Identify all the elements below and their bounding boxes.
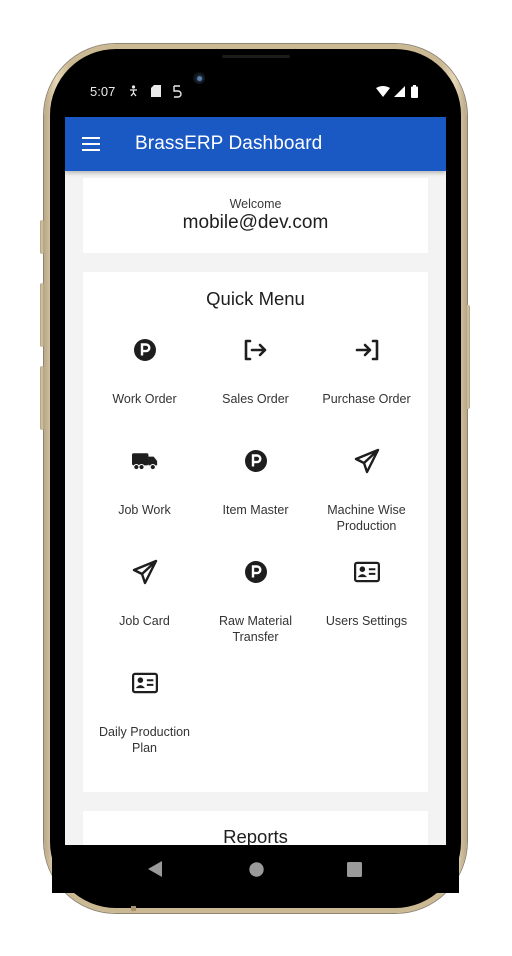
logout-arrow-icon (243, 337, 269, 363)
quick-menu-item-sales-order[interactable]: Sales Order (200, 329, 311, 434)
power-button (466, 305, 470, 409)
hamburger-menu-icon[interactable] (79, 132, 105, 156)
wifi-icon (376, 84, 390, 98)
dashboard-content[interactable]: Welcome mobile@dev.com Quick Menu Work O… (65, 171, 446, 845)
recents-icon[interactable] (344, 859, 364, 879)
quick-menu-label: Purchase Order (322, 392, 411, 406)
volume-down-button (40, 366, 44, 430)
reports-title: Reports (223, 826, 288, 845)
signal-icon (393, 84, 405, 98)
quick-menu-label: Work Order (112, 392, 177, 406)
accessibility-icon (128, 84, 138, 98)
quick-menu-item-daily-production-plan[interactable]: Daily Production Plan (89, 662, 200, 767)
login-arrow-icon (354, 337, 380, 363)
quick-menu-item-purchase-order[interactable]: Purchase Order (311, 329, 422, 434)
welcome-label: Welcome (229, 197, 282, 211)
quick-menu-label: Sales Order (222, 392, 289, 406)
home-icon[interactable] (246, 859, 266, 879)
quick-menu-label: Users Settings (325, 614, 408, 628)
quick-menu-label: Job Card (119, 614, 170, 628)
sync-icon (171, 84, 183, 98)
volume-up-button (40, 283, 44, 347)
quick-menu-label: Raw Material Transfer (219, 614, 292, 644)
app-title: BrassERP Dashboard (135, 133, 323, 154)
quick-menu-item-work-order[interactable]: Work Order (89, 329, 200, 434)
earpiece-speaker (222, 55, 290, 58)
parking-circle-icon (132, 337, 158, 363)
battery-icon (410, 84, 418, 98)
frame-antenna-line (131, 906, 136, 911)
quick-menu-item-users-settings[interactable]: Users Settings (311, 551, 422, 656)
status-time: 5:07 (90, 84, 116, 99)
quick-menu-item-job-card[interactable]: Job Card (89, 551, 200, 656)
quick-menu-item-raw-material-transfer[interactable]: Raw Material Transfer (200, 551, 311, 656)
reports-card: Reports (83, 811, 428, 845)
quick-menu-item-machine-wise-production[interactable]: Machine Wise Production (311, 440, 422, 545)
paper-plane-icon (354, 448, 380, 474)
user-email: mobile@dev.com (182, 212, 329, 233)
id-card-icon (354, 559, 380, 585)
paper-plane-icon (132, 559, 158, 585)
quick-menu-label: Item Master (222, 503, 289, 517)
quick-menu-label: Daily Production Plan (98, 725, 190, 755)
system-navigation-bar (52, 845, 459, 893)
quick-menu-card: Quick Menu Work Order Sales Order Purcha… (83, 272, 428, 792)
back-icon[interactable] (145, 859, 165, 879)
quick-menu-title: Quick Menu (206, 288, 305, 309)
parking-circle-icon (243, 559, 269, 585)
id-card-icon (132, 670, 158, 696)
parking-circle-icon (243, 448, 269, 474)
truck-icon (132, 448, 158, 474)
quick-menu-item-item-master[interactable]: Item Master (200, 440, 311, 545)
quick-menu-label: Machine Wise Production (327, 503, 406, 533)
quick-menu-label: Job Work (118, 503, 171, 517)
quick-menu-item-job-work[interactable]: Job Work (89, 440, 200, 545)
status-bar: 5:07 (65, 80, 446, 104)
welcome-card: Welcome mobile@dev.com (83, 178, 428, 253)
app-bar: BrassERP Dashboard (65, 117, 446, 171)
sd-card-icon (150, 84, 162, 98)
side-button-top-left (40, 220, 44, 254)
